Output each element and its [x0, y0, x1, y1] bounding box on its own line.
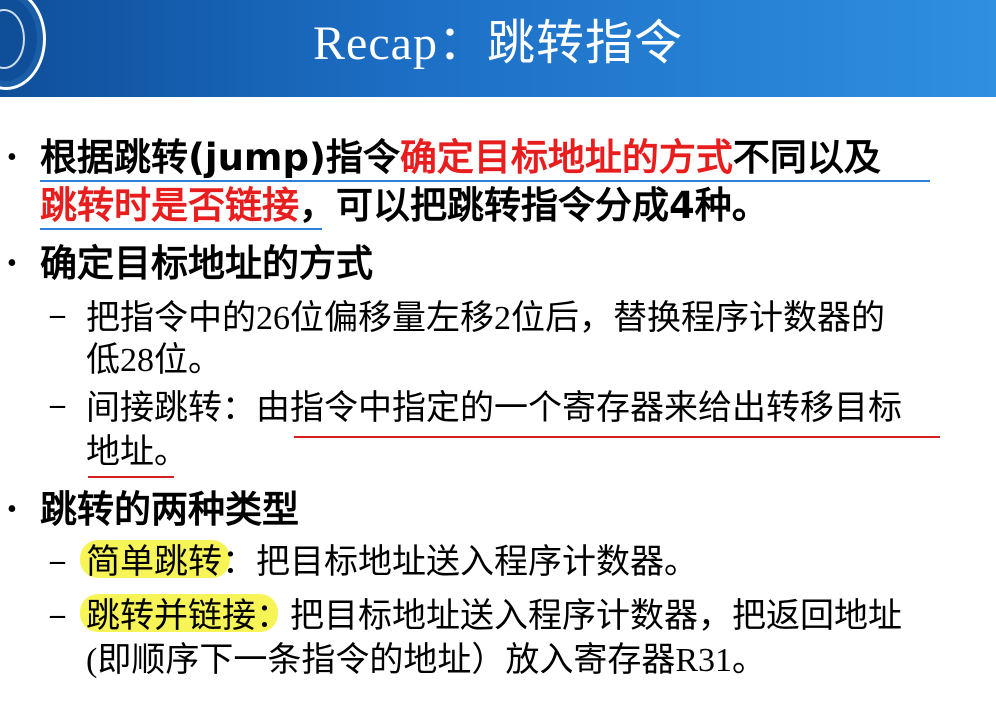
slide-header: Recap：跳转指令 [0, 0, 996, 97]
bullet-1-line-2: 跳转时是否链接，可以把跳转指令分成4种。 [40, 182, 769, 230]
bullet-dot: • [7, 248, 17, 279]
bullet-3-sub-1: 简单跳转：把目标地址送入程序计数器。 [86, 544, 698, 581]
bullet-1-red-a: 确定目标地址的方式 [399, 136, 733, 179]
bullet-3: 跳转的两种类型 [40, 488, 299, 531]
underline-red-2 [88, 476, 174, 478]
bullet-2: 确定目标地址的方式 [40, 242, 373, 285]
dash: – [50, 598, 65, 631]
bullet-2-sub-1-line-1: 把指令中的26位偏移量左移2位后，替换程序计数器的 [86, 300, 885, 337]
underline-blue-2 [40, 228, 322, 230]
slide-title: Recap：跳转指令 [313, 17, 683, 70]
bullet-3-sub-2-line-1: 跳转并链接：把目标地址送入程序计数器，把返回地址 [86, 598, 902, 635]
bullet-2-sub-2-line-2: 地址。 [86, 434, 188, 471]
bullet-2-sub-1-line-2: 低28位。 [86, 342, 222, 379]
bullet-2-sub-2-line-1: 间接跳转：由指令中指定的一个寄存器来给出转移目标 [86, 390, 902, 427]
bullet-3-sub-2-line-2: (即顺序下一条指令的地址）放入寄存器R31。 [86, 642, 766, 679]
dash: – [50, 544, 65, 577]
dash: – [50, 298, 65, 331]
bullet-1-text-a: 根据跳转(jump)指令 [40, 136, 400, 179]
dash: – [50, 388, 65, 421]
bullet-dot: • [7, 142, 17, 173]
bullet-dot: • [7, 494, 17, 525]
bullet-1-text-c: ，可以把跳转指令分成4种。 [299, 184, 769, 227]
bullet-1-line-1: 根据跳转(jump)指令确定目标地址的方式不同以及 [40, 134, 881, 182]
bullet-1-text-b: 不同以及 [732, 136, 881, 179]
bullet-1-red-b: 跳转时是否链接 [40, 184, 299, 227]
